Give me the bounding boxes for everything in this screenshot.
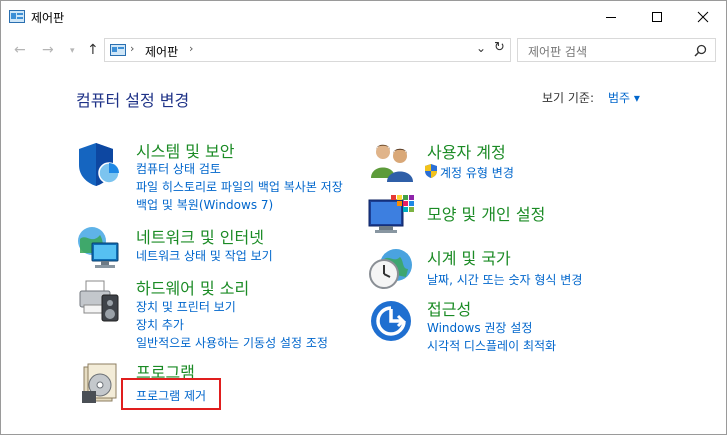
minimize-button[interactable] xyxy=(588,1,634,33)
recent-locations-dropdown[interactable]: ▾ xyxy=(70,42,75,60)
uac-shield-icon xyxy=(425,164,437,178)
close-icon xyxy=(697,11,709,23)
network-globe-icon xyxy=(78,227,119,268)
link-network-status[interactable]: 네트워크 상태 및 작업 보기 xyxy=(136,247,273,264)
search-icon[interactable] xyxy=(694,44,707,57)
category-system-security[interactable]: 시스템 및 보안 xyxy=(136,138,235,162)
link-windows-recommended-settings[interactable]: Windows 권장 설정 xyxy=(427,319,532,336)
up-button[interactable]: ↑ xyxy=(87,41,99,59)
category-clock-region[interactable]: 시계 및 국가 xyxy=(427,245,511,269)
link-change-account-type[interactable]: 계정 유형 변경 xyxy=(440,164,514,181)
shield-icon xyxy=(79,143,120,186)
link-backup-restore[interactable]: 백업 및 복원(Windows 7) xyxy=(136,196,273,213)
title-bar[interactable]: 제어판 xyxy=(1,1,726,33)
search-input[interactable]: 제어판 검색 xyxy=(528,43,587,60)
programs-icon xyxy=(82,363,117,403)
view-by-label: 보기 기준: xyxy=(542,91,595,105)
window-title: 제어판 xyxy=(31,11,65,25)
link-date-time-format[interactable]: 날짜, 시간 또는 숫자 형식 변경 xyxy=(427,271,582,288)
address-box[interactable]: › 제어판 › ⌄ ↻ xyxy=(104,38,511,62)
printer-speaker-icon xyxy=(79,280,119,322)
back-button[interactable]: ← xyxy=(14,41,26,59)
maximize-button[interactable] xyxy=(634,1,680,33)
appearance-monitor-icon xyxy=(368,195,414,233)
category-hardware-sound[interactable]: 하드웨어 및 소리 xyxy=(136,275,249,299)
link-optimize-visual-display[interactable]: 시각적 디스플레이 최적화 xyxy=(427,337,556,354)
category-network-internet[interactable]: 네트워크 및 인터넷 xyxy=(136,224,264,248)
category-appearance-personalization[interactable]: 모양 및 개인 설정 xyxy=(427,201,545,225)
breadcrumb-item[interactable]: 제어판 xyxy=(145,43,178,60)
control-panel-icon xyxy=(9,10,25,23)
breadcrumb-separator: › xyxy=(130,42,135,55)
clock-globe-icon xyxy=(369,249,412,289)
refresh-button[interactable]: ↻ xyxy=(494,40,505,55)
link-mobility-settings[interactable]: 일반적으로 사용하는 기동성 설정 조정 xyxy=(136,334,328,351)
ease-of-access-icon xyxy=(371,301,411,341)
page-title: 컴퓨터 설정 변경 xyxy=(76,91,190,110)
minimize-icon xyxy=(606,17,616,18)
maximize-icon xyxy=(652,12,662,22)
breadcrumb-separator[interactable]: › xyxy=(189,42,193,55)
search-box[interactable]: 제어판 검색 xyxy=(517,38,716,62)
view-by-dropdown[interactable]: 범주 ▾ xyxy=(608,89,640,106)
user-accounts-icon xyxy=(371,144,413,182)
close-button[interactable] xyxy=(680,1,726,33)
address-bar-row: ← → ▾ ↑ › 제어판 › ⌄ ↻ 제어판 검색 xyxy=(1,37,726,65)
link-review-computer-status[interactable]: 컴퓨터 상태 검토 xyxy=(136,160,221,177)
category-ease-of-access[interactable]: 접근성 xyxy=(427,296,471,320)
link-file-history-backup[interactable]: 파일 히스토리로 파일의 백업 복사본 저장 xyxy=(136,178,343,195)
link-add-device[interactable]: 장치 추가 xyxy=(136,316,184,333)
highlight-box xyxy=(121,378,221,410)
control-panel-icon xyxy=(110,44,126,56)
address-dropdown-button[interactable]: ⌄ xyxy=(476,41,486,55)
control-panel-window: 제어판 ← → ▾ ↑ › 제어판 › ⌄ ↻ 제어판 검색 컴퓨터 설정 변경… xyxy=(0,0,727,435)
category-user-accounts[interactable]: 사용자 계정 xyxy=(427,139,506,163)
forward-button[interactable]: → xyxy=(42,41,54,59)
link-devices-printers[interactable]: 장치 및 프린터 보기 xyxy=(136,298,236,315)
